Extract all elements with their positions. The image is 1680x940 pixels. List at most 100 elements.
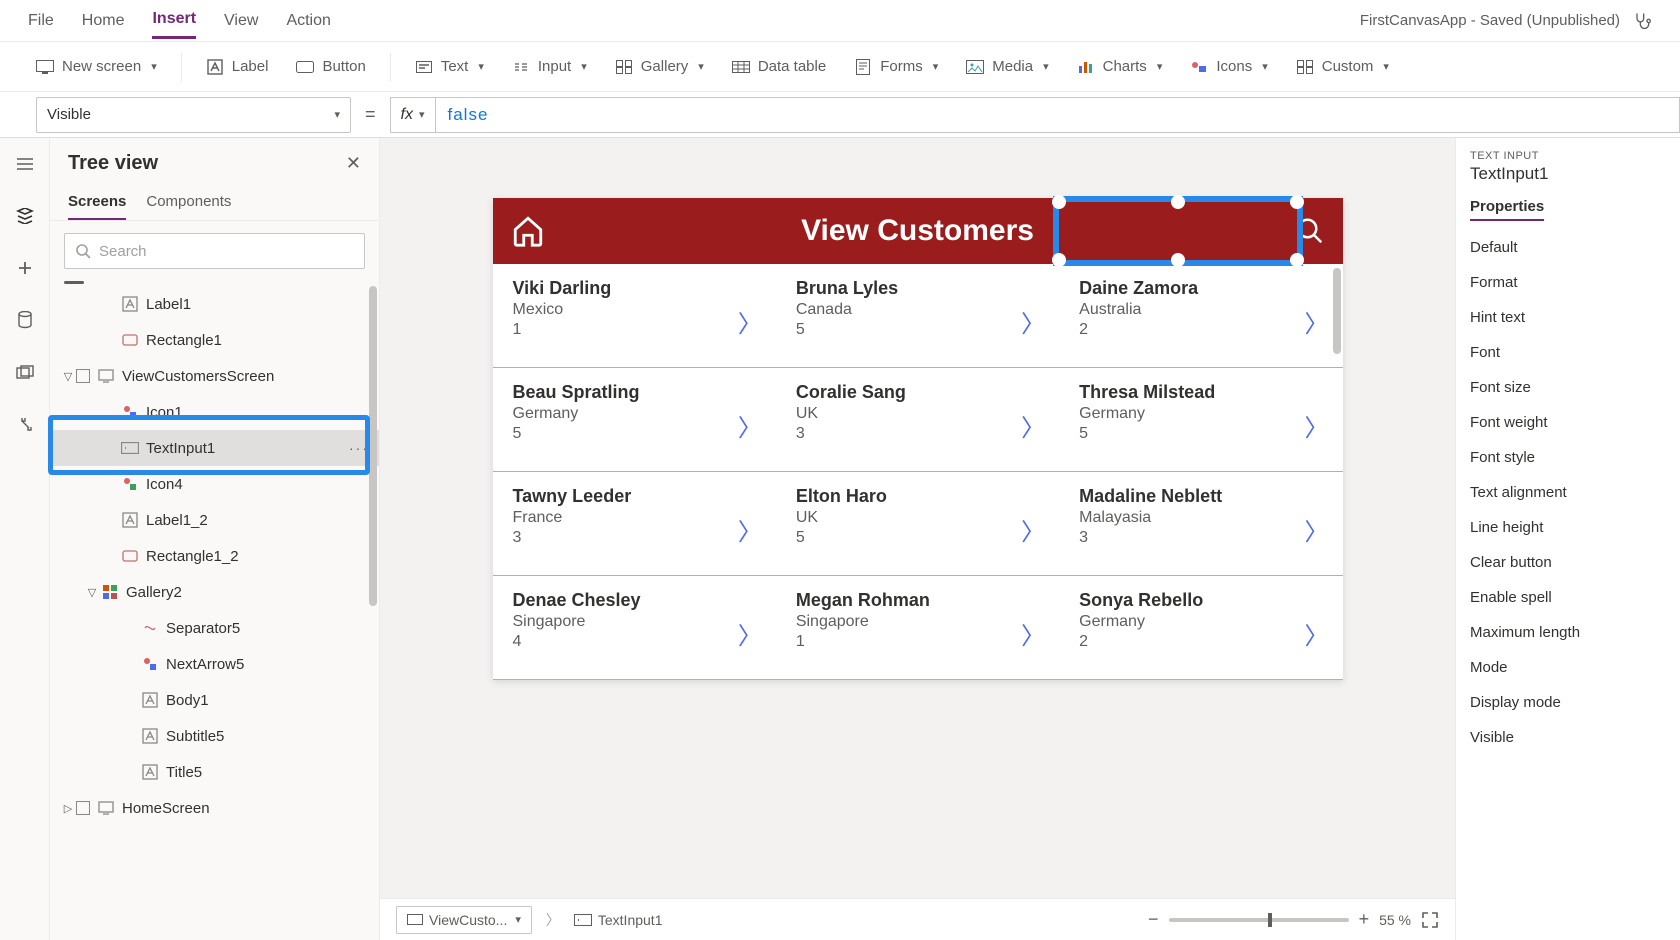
tree-search[interactable]: Search bbox=[64, 233, 365, 269]
advanced-rail-icon[interactable] bbox=[11, 410, 39, 438]
selection-box[interactable] bbox=[1053, 196, 1303, 266]
resize-handle[interactable] bbox=[1290, 195, 1304, 209]
tree-node-textinput1[interactable]: TextInput1··· bbox=[50, 430, 379, 466]
hamburger-icon[interactable] bbox=[11, 150, 39, 178]
resize-handle[interactable] bbox=[1052, 253, 1066, 267]
chevron-right-icon[interactable]: 〉 bbox=[1021, 304, 1045, 339]
chevron-right-icon[interactable]: 〉 bbox=[1305, 512, 1329, 547]
button-button[interactable]: Button bbox=[288, 54, 373, 80]
tree-node-rectangle1[interactable]: Rectangle1 bbox=[50, 322, 379, 358]
tab-screens[interactable]: Screens bbox=[68, 185, 126, 220]
checkbox[interactable] bbox=[76, 369, 90, 383]
tree-node-body1[interactable]: Body1 bbox=[50, 682, 379, 718]
prop-row-font-weight[interactable]: Font weight bbox=[1470, 414, 1680, 431]
new-screen-button[interactable]: New screen ▾ bbox=[28, 54, 165, 80]
prop-row-visible[interactable]: Visible bbox=[1470, 729, 1680, 746]
gallery-cell[interactable]: Denae ChesleySingapore4〉 bbox=[493, 576, 776, 680]
gallery-cell[interactable]: Megan RohmanSingapore1〉 bbox=[776, 576, 1059, 680]
zoom-out-button[interactable]: − bbox=[1148, 909, 1159, 930]
icons-button[interactable]: Icons ▾ bbox=[1182, 54, 1275, 80]
chevron-right-icon[interactable]: 〉 bbox=[1305, 304, 1329, 339]
forms-button[interactable]: Forms ▾ bbox=[846, 54, 946, 80]
zoom-slider[interactable] bbox=[1169, 918, 1349, 922]
tree-node-rectangle1_2[interactable]: Rectangle1_2 bbox=[50, 538, 379, 574]
tree-node-viewcustomersscreen[interactable]: ▽ViewCustomersScreen bbox=[50, 358, 379, 394]
chevron-right-icon[interactable]: 〉 bbox=[738, 408, 762, 443]
prop-row-font-style[interactable]: Font style bbox=[1470, 449, 1680, 466]
zoom-in-button[interactable]: + bbox=[1359, 909, 1370, 930]
more-icon[interactable]: ··· bbox=[349, 440, 369, 456]
prop-row-format[interactable]: Format bbox=[1470, 274, 1680, 291]
app-checker-icon[interactable] bbox=[1632, 11, 1652, 31]
tree-node-icon1[interactable]: Icon1 bbox=[50, 394, 379, 430]
media-button[interactable]: Media ▾ bbox=[958, 54, 1056, 80]
gallery-cell[interactable]: Coralie SangUK3〉 bbox=[776, 368, 1059, 472]
tree-view-icon[interactable] bbox=[11, 202, 39, 230]
home-icon[interactable] bbox=[511, 214, 545, 248]
tree-node-label1[interactable]: Label1 bbox=[50, 286, 379, 322]
gallery-cell[interactable]: Elton HaroUK5〉 bbox=[776, 472, 1059, 576]
prop-row-enable-spell[interactable]: Enable spell bbox=[1470, 589, 1680, 606]
chevron-right-icon[interactable]: 〉 bbox=[1021, 512, 1045, 547]
prop-row-display-mode[interactable]: Display mode bbox=[1470, 694, 1680, 711]
gallery-cell[interactable]: Sonya RebelloGermany2〉 bbox=[1059, 576, 1342, 680]
tree-node-homescreen[interactable]: ▷HomeScreen bbox=[50, 790, 379, 826]
datatable-button[interactable]: Data table bbox=[724, 54, 834, 80]
resize-handle[interactable] bbox=[1290, 253, 1304, 267]
menu-action[interactable]: Action bbox=[286, 4, 330, 38]
canvas-scroll[interactable]: View Customers Viki DarlingMexico1〉Bruna… bbox=[380, 138, 1455, 898]
text-button[interactable]: Text ▾ bbox=[407, 54, 492, 80]
label-button[interactable]: Label bbox=[198, 54, 277, 80]
prop-row-clear-button[interactable]: Clear button bbox=[1470, 554, 1680, 571]
gallery-cell[interactable]: Tawny LeederFrance3〉 bbox=[493, 472, 776, 576]
gallery-button[interactable]: Gallery ▾ bbox=[607, 54, 712, 80]
breadcrumb-screen[interactable]: ViewCusto... ▾ bbox=[396, 906, 532, 934]
prop-row-font-size[interactable]: Font size bbox=[1470, 379, 1680, 396]
chevron-right-icon[interactable]: ▷ bbox=[60, 802, 76, 815]
scrollbar[interactable] bbox=[1333, 268, 1341, 354]
gallery-cell[interactable]: Bruna LylesCanada5〉 bbox=[776, 264, 1059, 368]
gallery-cell[interactable]: Beau SpratlingGermany5〉 bbox=[493, 368, 776, 472]
tree-node-label1_2[interactable]: Label1_2 bbox=[50, 502, 379, 538]
fx-label[interactable]: fx ▾ bbox=[390, 97, 436, 133]
gallery-cell[interactable]: Thresa MilsteadGermany5〉 bbox=[1059, 368, 1342, 472]
data-rail-icon[interactable] bbox=[11, 306, 39, 334]
media-rail-icon[interactable] bbox=[11, 358, 39, 386]
gallery-cell[interactable]: Viki DarlingMexico1〉 bbox=[493, 264, 776, 368]
chevron-right-icon[interactable]: 〉 bbox=[1305, 616, 1329, 651]
prop-row-line-height[interactable]: Line height bbox=[1470, 519, 1680, 536]
formula-input[interactable]: false bbox=[436, 97, 1680, 133]
menu-view[interactable]: View bbox=[224, 4, 258, 38]
chevron-down-icon[interactable]: ▽ bbox=[84, 586, 100, 599]
custom-button[interactable]: Custom ▾ bbox=[1288, 54, 1397, 80]
tree-node-subtitle5[interactable]: Subtitle5 bbox=[50, 718, 379, 754]
gallery-cell[interactable]: Daine ZamoraAustralia2〉 bbox=[1059, 264, 1342, 368]
input-button[interactable]: Input ▾ bbox=[504, 54, 595, 80]
chevron-right-icon[interactable]: 〉 bbox=[738, 304, 762, 339]
tree-node-icon4[interactable]: Icon4 bbox=[50, 466, 379, 502]
properties-tab[interactable]: Properties bbox=[1470, 198, 1544, 221]
insert-rail-icon[interactable] bbox=[11, 254, 39, 282]
chevron-right-icon[interactable]: 〉 bbox=[1021, 408, 1045, 443]
prop-row-text-alignment[interactable]: Text alignment bbox=[1470, 484, 1680, 501]
charts-button[interactable]: Charts ▾ bbox=[1069, 54, 1171, 80]
zoom-thumb[interactable] bbox=[1268, 913, 1272, 927]
prop-row-hint-text[interactable]: Hint text bbox=[1470, 309, 1680, 326]
close-icon[interactable]: ✕ bbox=[346, 153, 361, 174]
prop-row-default[interactable]: Default bbox=[1470, 239, 1680, 256]
menu-insert[interactable]: Insert bbox=[152, 2, 196, 39]
tree-node-gallery2[interactable]: ▽Gallery2 bbox=[50, 574, 379, 610]
fit-to-screen-icon[interactable] bbox=[1421, 911, 1439, 929]
prop-row-font[interactable]: Font bbox=[1470, 344, 1680, 361]
chevron-right-icon[interactable]: 〉 bbox=[1305, 408, 1329, 443]
tab-components[interactable]: Components bbox=[146, 185, 231, 220]
chevron-right-icon[interactable]: 〉 bbox=[738, 512, 762, 547]
resize-handle[interactable] bbox=[1171, 253, 1185, 267]
tree-collapse-handle[interactable] bbox=[64, 281, 84, 284]
prop-row-mode[interactable]: Mode bbox=[1470, 659, 1680, 676]
chevron-right-icon[interactable]: 〉 bbox=[1021, 616, 1045, 651]
resize-handle[interactable] bbox=[1171, 195, 1185, 209]
chevron-right-icon[interactable]: 〉 bbox=[738, 616, 762, 651]
prop-row-maximum-length[interactable]: Maximum length bbox=[1470, 624, 1680, 641]
checkbox[interactable] bbox=[76, 801, 90, 815]
